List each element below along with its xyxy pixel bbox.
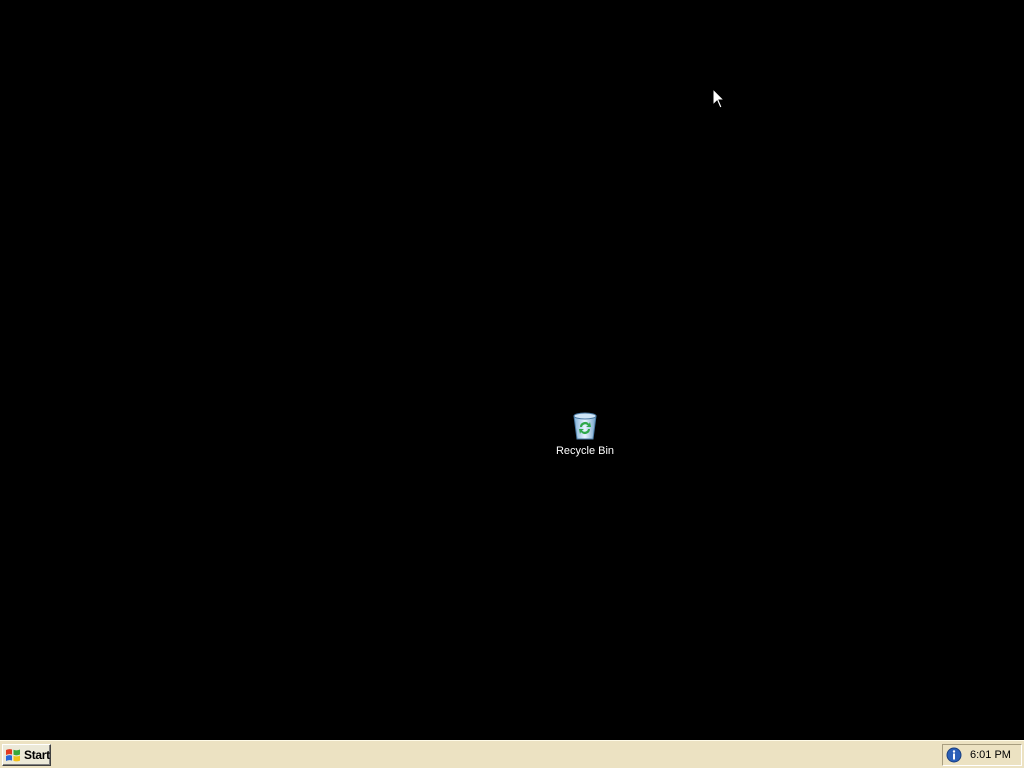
start-button-label: Start bbox=[24, 748, 50, 762]
desktop-icon-label: Recycle Bin bbox=[555, 445, 615, 457]
windows-logo-icon bbox=[6, 749, 20, 762]
taskbar: Start 6:01 PM bbox=[0, 740, 1024, 768]
mouse-pointer-icon bbox=[712, 88, 726, 109]
system-tray: 6:01 PM bbox=[942, 744, 1022, 766]
info-icon[interactable] bbox=[946, 747, 962, 763]
clock[interactable]: 6:01 PM bbox=[970, 749, 1011, 761]
recycle-bin-icon bbox=[573, 412, 597, 440]
desktop[interactable]: Recycle Bin bbox=[0, 0, 1024, 740]
start-button[interactable]: Start bbox=[2, 744, 51, 766]
desktop-icon-recycle-bin[interactable]: Recycle Bin bbox=[545, 410, 625, 458]
